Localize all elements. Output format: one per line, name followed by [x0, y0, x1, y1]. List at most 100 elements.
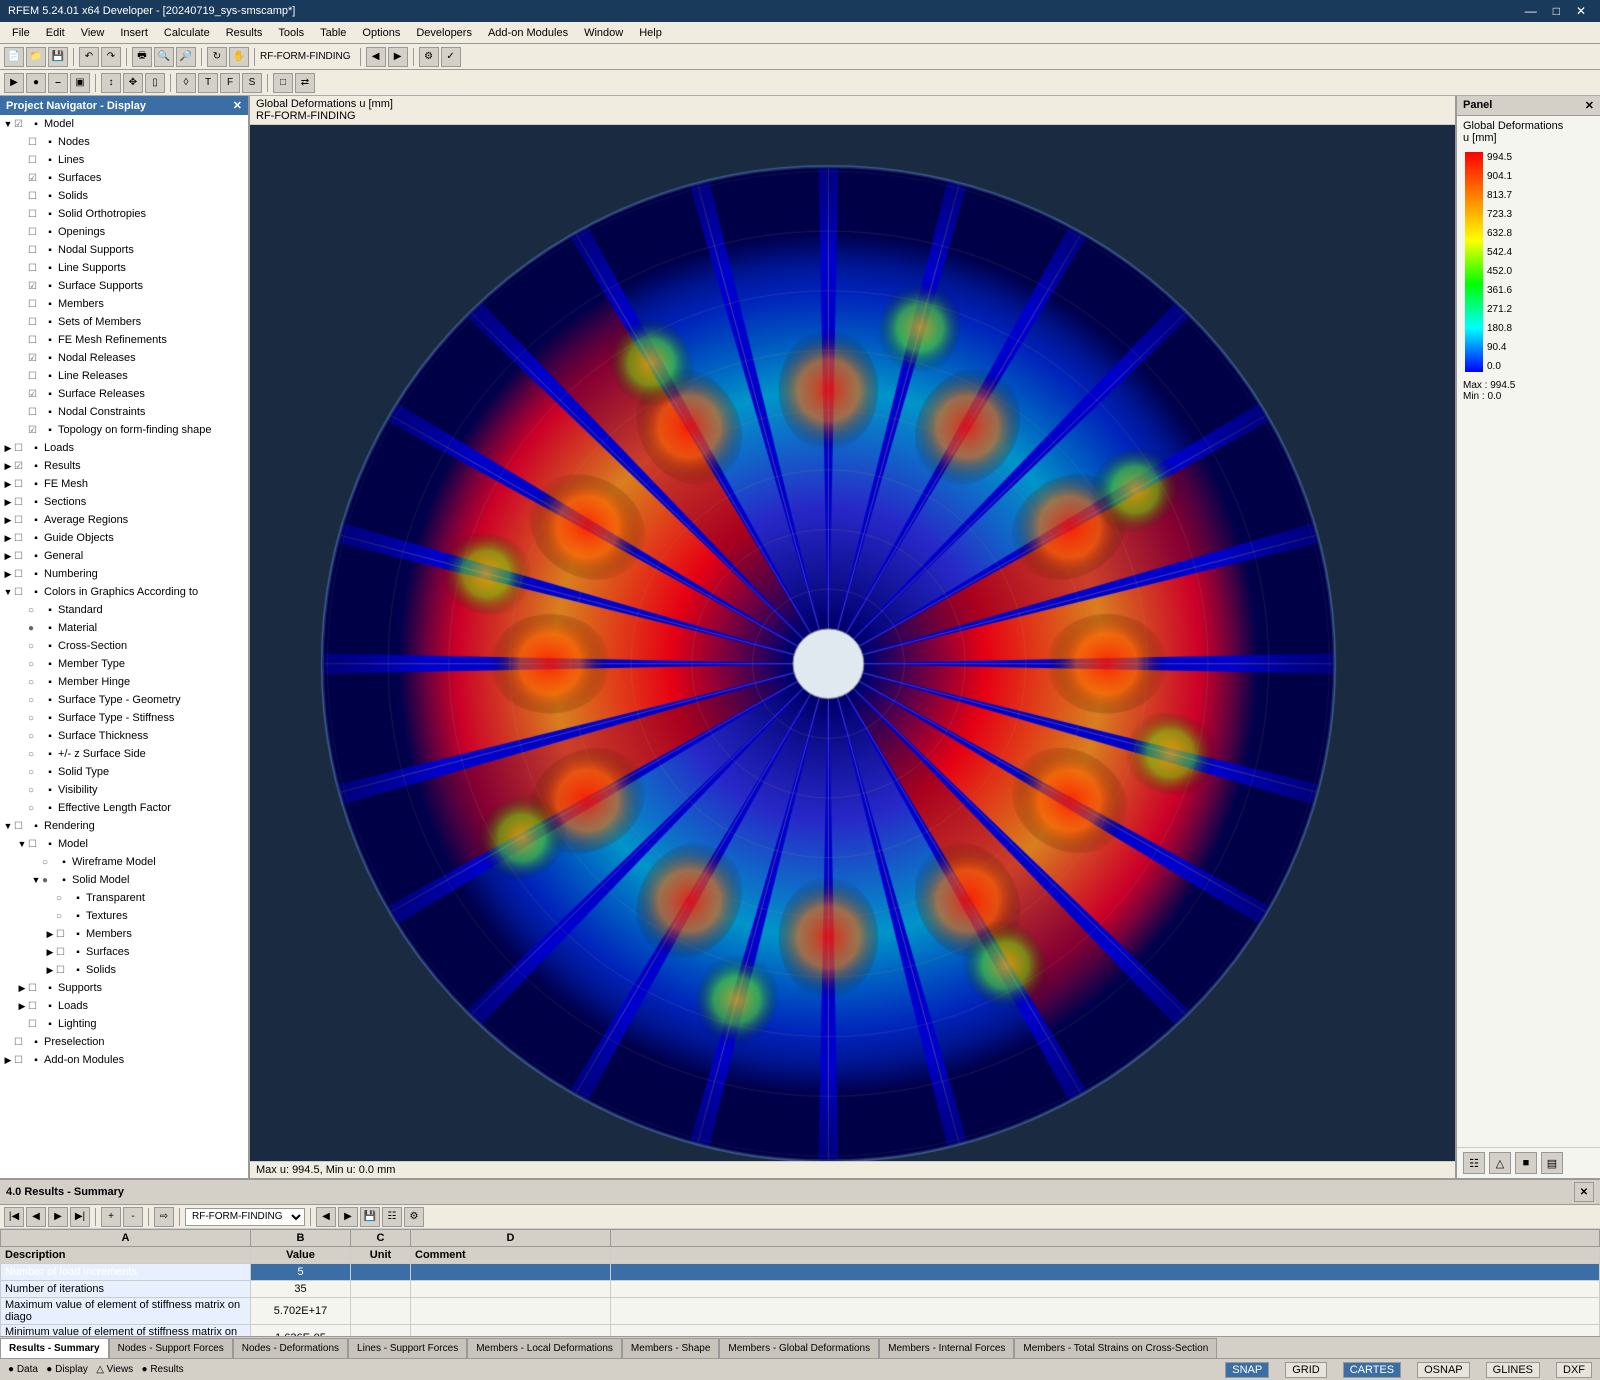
tree-item[interactable]: ▼☐▪Colors in Graphics According to [0, 583, 248, 601]
tree-item[interactable]: ☐▪Solids [0, 187, 248, 205]
tree-item[interactable]: ▶☐▪Supports [0, 979, 248, 997]
menu-tools[interactable]: Tools [270, 25, 312, 41]
viewport[interactable] [250, 125, 1455, 1161]
menu-window[interactable]: Window [576, 25, 631, 41]
menu-table[interactable]: Table [312, 25, 354, 41]
rt-export[interactable]: ⇨ [154, 1207, 174, 1227]
tree-item[interactable]: ☐▪Nodal Constraints [0, 403, 248, 421]
rt-first[interactable]: |◀ [4, 1207, 24, 1227]
tree-item[interactable]: ○▪Wireframe Model [0, 853, 248, 871]
tree-item[interactable]: ○▪Standard [0, 601, 248, 619]
tree-item[interactable]: ☐▪FE Mesh Refinements [0, 331, 248, 349]
tb-rotate[interactable]: ↻ [207, 47, 227, 67]
tree-item[interactable]: ☐▪Lines [0, 151, 248, 169]
tab-item[interactable]: Members - Local Deformations [467, 1338, 622, 1358]
tree-item[interactable]: ○▪Solid Type [0, 763, 248, 781]
tree-item[interactable]: ▶☐▪Loads [0, 439, 248, 457]
tb2-view-iso[interactable]: ◊ [176, 73, 196, 93]
menu-calculate[interactable]: Calculate [156, 25, 218, 41]
tb-check[interactable]: ✓ [441, 47, 461, 67]
tree-item[interactable]: ☐▪Line Releases [0, 367, 248, 385]
tree-item[interactable]: ▶☐▪Solids [0, 961, 248, 979]
tb-undo[interactable]: ↶ [79, 47, 99, 67]
rt-next[interactable]: ▶ [48, 1207, 68, 1227]
results-scroll[interactable]: A B C D Description Value Unit Comment [0, 1229, 1600, 1336]
tb-next[interactable]: ▶ [388, 47, 408, 67]
tree-item[interactable]: ☐▪Lighting [0, 1015, 248, 1033]
tb-new[interactable]: 📄 [4, 47, 24, 67]
menu-help[interactable]: Help [631, 25, 670, 41]
table-row[interactable]: Number of load increments5 [1, 1264, 1600, 1281]
tree-item[interactable]: ☐▪Line Supports [0, 259, 248, 277]
tb-zoom-in[interactable]: 🔍 [154, 47, 174, 67]
tab-item[interactable]: Members - Total Strains on Cross-Section [1014, 1338, 1217, 1358]
tree-item[interactable]: ☐▪Nodes [0, 133, 248, 151]
tb2-select[interactable]: ▶ [4, 73, 24, 93]
tb2-fit[interactable]: □ [273, 73, 293, 93]
results-combo[interactable]: RF-FORM-FINDING [185, 1208, 305, 1226]
tree-item[interactable]: ○▪Transparent [0, 889, 248, 907]
table-row[interactable]: Minimum value of element of stiffness ma… [1, 1325, 1600, 1337]
tree-item[interactable]: ○▪Surface Thickness [0, 727, 248, 745]
tree-item[interactable]: ○▪Textures [0, 907, 248, 925]
tb-zoom-out[interactable]: 🔎 [176, 47, 196, 67]
tree-item[interactable]: ●▪Material [0, 619, 248, 637]
panel-icon-settings[interactable]: ▤ [1541, 1152, 1563, 1174]
tree-item[interactable]: ○▪Member Hinge [0, 673, 248, 691]
tree-item[interactable]: ☐▪Nodal Supports [0, 241, 248, 259]
menu-file[interactable]: File [4, 25, 38, 41]
rt-export2[interactable]: 💾 [360, 1207, 380, 1227]
tb-open[interactable]: 📁 [26, 47, 46, 67]
tree-item[interactable]: ▼☐▪Model [0, 835, 248, 853]
tree-item[interactable]: ▶☐▪Members [0, 925, 248, 943]
menu-insert[interactable]: Insert [112, 25, 156, 41]
maximize-button[interactable]: □ [1547, 4, 1566, 18]
tb-save[interactable]: 💾 [48, 47, 68, 67]
status-dxf[interactable]: DXF [1556, 1362, 1592, 1378]
status-osnap[interactable]: OSNAP [1417, 1362, 1470, 1378]
tree-item[interactable]: ☐▪Preselection [0, 1033, 248, 1051]
status-glines[interactable]: GLINES [1486, 1362, 1540, 1378]
tree-item[interactable]: ☐▪Solid Orthotropies [0, 205, 248, 223]
tree-item[interactable]: ▼☐▪Rendering [0, 817, 248, 835]
rt-nav-prev[interactable]: ◀ [316, 1207, 336, 1227]
tree-item[interactable]: ☑▪Surface Releases [0, 385, 248, 403]
tb2-node[interactable]: ● [26, 73, 46, 93]
tb-pan[interactable]: ✋ [229, 47, 249, 67]
rt-prev[interactable]: ◀ [26, 1207, 46, 1227]
tab-item[interactable]: Nodes - Deformations [233, 1338, 348, 1358]
tb2-scale[interactable]: ✥ [123, 73, 143, 93]
nav-close-button[interactable]: ✕ [233, 99, 242, 112]
tree-item[interactable]: ○▪Effective Length Factor [0, 799, 248, 817]
tb-print[interactable]: 🖶 [132, 47, 152, 67]
tree-item[interactable]: ▶☐▪Sections [0, 493, 248, 511]
panel-close-button[interactable]: ✕ [1585, 99, 1594, 112]
tb2-zoom-all[interactable]: ⇄ [295, 73, 315, 93]
tree-item[interactable]: ○▪Surface Type - Geometry [0, 691, 248, 709]
tb2-move[interactable]: ↕ [101, 73, 121, 93]
panel-icon-grid[interactable]: ☷ [1463, 1152, 1485, 1174]
tree-item[interactable]: ▶☐▪General [0, 547, 248, 565]
tree-item[interactable]: ○▪Surface Type - Stiffness [0, 709, 248, 727]
rt-nav-next[interactable]: ▶ [338, 1207, 358, 1227]
menu-edit[interactable]: Edit [38, 25, 73, 41]
menu-addon[interactable]: Add-on Modules [480, 25, 576, 41]
tab-item[interactable]: Members - Shape [622, 1338, 719, 1358]
tree-item[interactable]: ○▪Cross-Section [0, 637, 248, 655]
status-snap[interactable]: SNAP [1225, 1362, 1269, 1378]
tb2-copy[interactable]: ▯ [145, 73, 165, 93]
rt-zoom-in[interactable]: + [101, 1207, 121, 1227]
tree-item[interactable]: ▶☐▪Add-on Modules [0, 1051, 248, 1069]
tree-item[interactable]: ▶☐▪Guide Objects [0, 529, 248, 547]
tb2-line[interactable]: ⎯ [48, 73, 68, 93]
tree-item[interactable]: ☐▪Openings [0, 223, 248, 241]
tree-item[interactable]: ☑▪Surface Supports [0, 277, 248, 295]
rt-filter[interactable]: ☷ [382, 1207, 402, 1227]
tab-item[interactable]: Results - Summary [0, 1338, 109, 1358]
tree-item[interactable]: ☑▪Topology on form-finding shape [0, 421, 248, 439]
panel-icon-color[interactable]: ■ [1515, 1152, 1537, 1174]
table-row[interactable]: Number of iterations35 [1, 1281, 1600, 1298]
rt-zoom-out[interactable]: - [123, 1207, 143, 1227]
tb-calc[interactable]: ⚙ [419, 47, 439, 67]
menu-developers[interactable]: Developers [408, 25, 480, 41]
